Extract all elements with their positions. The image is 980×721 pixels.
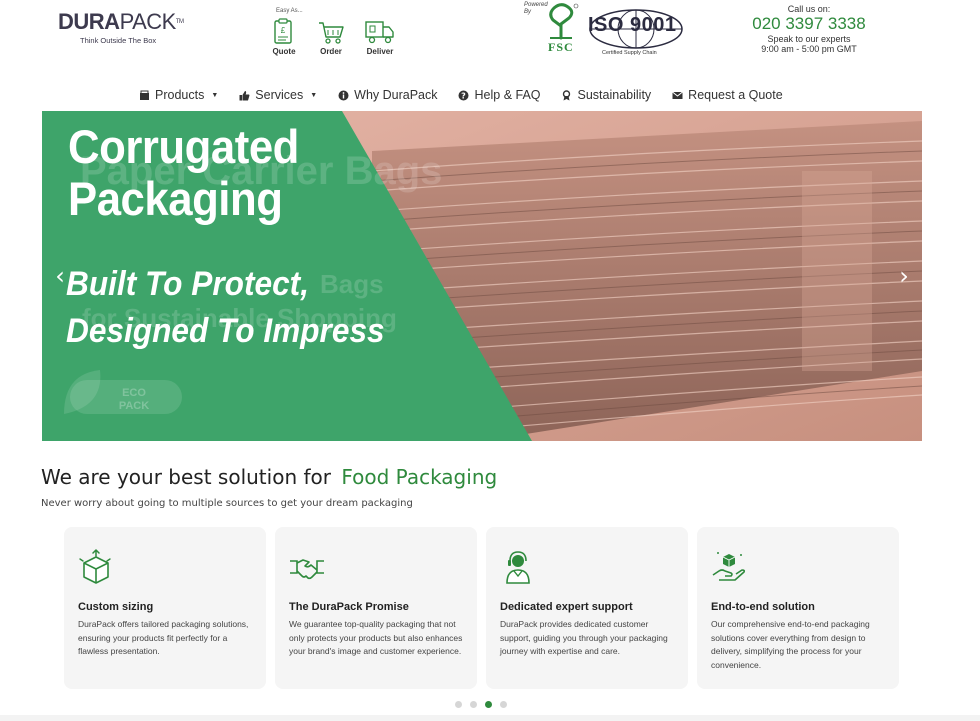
certifications: Powered By FSC ISO 9001 Certified Supply… xyxy=(522,2,692,60)
solutions-highlight: Food Packaging xyxy=(341,465,498,489)
step-deliver[interactable]: Deliver xyxy=(360,18,400,56)
logo-tagline: Think Outside The Box xyxy=(80,36,157,45)
eco-leaf-icon: ECO PACK xyxy=(64,370,182,414)
svg-text:?: ? xyxy=(461,91,466,100)
step-label-order: Order xyxy=(320,47,342,56)
nav-label-services: Services xyxy=(255,88,304,102)
carousel-dot-1[interactable] xyxy=(455,701,462,708)
hero-subtitle: Built To Protect, Designed To Impress xyxy=(66,261,385,355)
step-label-quote: Quote xyxy=(272,47,296,56)
logo-trademark: TM xyxy=(175,19,184,25)
box-resize-icon xyxy=(79,548,111,584)
fsc-tree-icon xyxy=(549,3,579,40)
solutions-subtitle: Never worry about going to multiple sour… xyxy=(41,498,413,509)
durapack-logo[interactable]: DURAPACKTM Think Outside The Box xyxy=(58,9,188,46)
step-label-deliver: Deliver xyxy=(366,47,394,56)
svg-text:£: £ xyxy=(281,26,286,35)
card-text: We guarantee top-quality packaging that … xyxy=(289,619,463,656)
nav-label-help-faq: Help & FAQ xyxy=(474,88,541,102)
eco-word: ECO xyxy=(122,387,146,399)
chevron-left-icon[interactable]: ‹ xyxy=(50,261,70,291)
nav-item-why-durapack[interactable]: Why DuraPack xyxy=(337,88,438,102)
hero-subtitle-line1: Built To Protect, xyxy=(66,265,310,303)
handshake-icon xyxy=(290,559,324,580)
carousel-dot-4[interactable] xyxy=(500,701,507,708)
hours-label: 9:00 am - 5:00 pm GMT xyxy=(761,44,857,54)
nav-label-products: Products xyxy=(155,88,205,102)
question-icon: ? xyxy=(458,89,470,101)
logo-brand-bold: DURA xyxy=(58,9,120,34)
shopping-cart-icon xyxy=(319,22,344,44)
envelope-icon xyxy=(671,89,683,101)
chevron-down-icon: ▼ xyxy=(211,91,219,99)
support-agent-icon xyxy=(506,551,530,584)
main-nav: Products ▼ Services ▼ Why DuraPack ? Hel… xyxy=(138,84,783,106)
nav-item-products[interactable]: Products ▼ xyxy=(138,88,218,102)
nav-item-help-faq[interactable]: ? Help & FAQ xyxy=(458,88,541,102)
nav-label-request-quote: Request a Quote xyxy=(688,88,783,102)
step-order[interactable]: Order xyxy=(311,18,351,56)
logo-brand-light: PACK xyxy=(119,9,177,34)
page-bottom-band xyxy=(0,715,980,721)
hero-title-line2: Packaging xyxy=(68,172,283,225)
chevron-right-icon[interactable]: › xyxy=(894,261,914,291)
feature-card-durapack-promise[interactable]: The DuraPack Promise We guarantee top-qu… xyxy=(275,527,477,689)
call-label: Call us on: xyxy=(787,4,831,14)
carousel-dot-2[interactable] xyxy=(470,701,477,708)
feature-card-end-to-end[interactable]: End-to-end solution Our comprehensive en… xyxy=(697,527,899,689)
nav-item-services[interactable]: Services ▼ xyxy=(238,88,317,102)
phone-number[interactable]: 020 3397 3338 xyxy=(740,14,878,34)
delivery-truck-icon xyxy=(365,21,394,44)
contact-info: Call us on: 020 3397 3338 Speak to our e… xyxy=(740,4,878,54)
hero-subtitle-line2: Designed To Impress xyxy=(66,312,385,350)
step-quote[interactable]: £ Quote xyxy=(264,18,304,56)
chevron-down-icon: ▼ xyxy=(310,91,318,99)
easy-steps: Easy As... £ Quote Order Deliver xyxy=(270,8,410,58)
pack-word: PACK xyxy=(119,400,149,412)
carousel-dot-3[interactable] xyxy=(485,701,492,708)
fsc-label: FSC xyxy=(548,40,574,54)
speak-label: Speak to our experts xyxy=(767,34,851,44)
card-title: Dedicated expert support xyxy=(500,601,633,613)
feature-card-custom-sizing[interactable]: Custom sizing DuraPack offers tailored p… xyxy=(64,527,266,689)
iso-sub-label: Certified Supply Chain xyxy=(602,50,657,56)
eco-pack-badge: ECO PACK xyxy=(60,366,184,416)
carousel-pagination xyxy=(455,701,515,708)
nav-label-sustainability: Sustainability xyxy=(577,88,652,102)
nav-label-why-durapack: Why DuraPack xyxy=(354,88,438,102)
clipboard-pound-icon: £ xyxy=(274,18,292,44)
feature-card-expert-support[interactable]: Dedicated expert support DuraPack provid… xyxy=(486,527,688,689)
thumbs-up-icon xyxy=(238,89,250,101)
feature-cards: Custom sizing DuraPack offers tailored p… xyxy=(64,527,900,689)
hand-package-icon xyxy=(712,552,746,581)
hero-carousel[interactable]: Paper Carrier Bags Bags for Sustainable … xyxy=(42,111,922,441)
box-icon xyxy=(138,89,150,101)
hero-title-line1: Corrugated xyxy=(68,120,299,173)
card-title: End-to-end solution xyxy=(711,601,815,613)
easy-as-label: Easy As... xyxy=(276,8,303,14)
iso-label: ISO 9001 xyxy=(588,14,677,36)
nav-item-sustainability[interactable]: Sustainability xyxy=(561,88,652,102)
card-title: Custom sizing xyxy=(78,601,154,613)
nav-item-request-quote[interactable]: Request a Quote xyxy=(671,88,783,102)
card-text: DuraPack provides dedicated customer sup… xyxy=(500,619,668,656)
card-text: DuraPack offers tailored packaging solut… xyxy=(78,619,249,656)
solutions-title: We are your best solution for Food Packa… xyxy=(41,465,497,489)
site-header: DURAPACKTM Think Outside The Box Easy As… xyxy=(0,0,980,80)
card-text: Our comprehensive end-to-end packaging s… xyxy=(711,619,870,670)
info-icon xyxy=(337,89,349,101)
hero-title: Corrugated Packaging xyxy=(68,121,299,225)
card-title: The DuraPack Promise xyxy=(289,601,409,613)
award-icon xyxy=(561,89,573,101)
solutions-title-text: We are your best solution for xyxy=(41,465,331,489)
